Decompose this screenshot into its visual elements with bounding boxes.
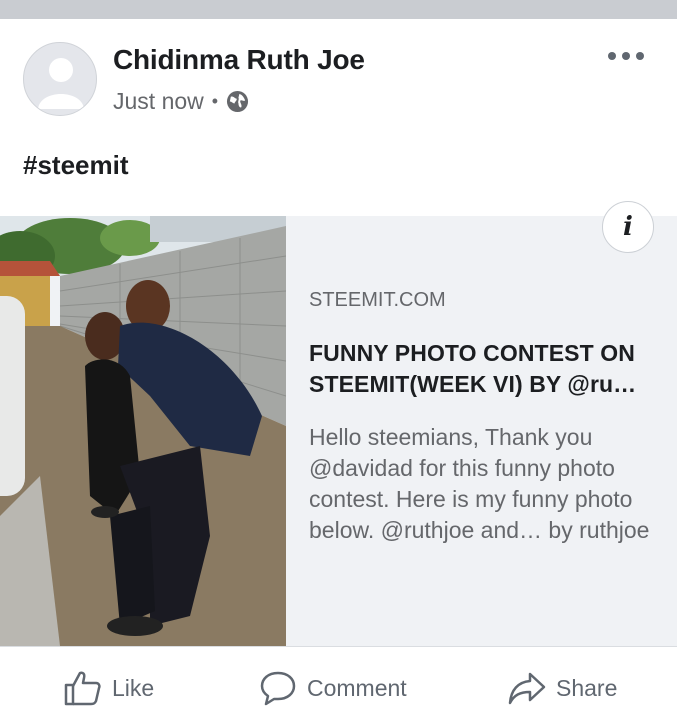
post-timestamp[interactable]: Just now — [113, 88, 204, 115]
post-text[interactable]: #steemit — [23, 150, 129, 181]
more-dot — [636, 52, 644, 60]
like-label: Like — [112, 674, 155, 701]
author-name[interactable]: Chidinma Ruth Joe — [113, 44, 365, 76]
comment-icon — [260, 671, 296, 706]
avatar-placeholder-icon — [38, 58, 84, 109]
avatar[interactable] — [23, 42, 97, 116]
link-domain: STEEMIT.COM — [309, 289, 446, 311]
link-preview-image[interactable] — [0, 216, 286, 646]
post-meta: Just now • — [113, 88, 249, 115]
status-bar-strip — [0, 0, 677, 19]
comment-label: Comment — [307, 674, 407, 701]
globe-icon[interactable] — [226, 90, 249, 113]
more-dot — [608, 52, 616, 60]
share-button[interactable]: Share — [508, 668, 617, 708]
info-icon[interactable]: i — [602, 201, 654, 253]
like-icon — [64, 671, 101, 706]
more-options-icon[interactable] — [608, 46, 644, 66]
share-icon — [508, 672, 546, 705]
more-dot — [622, 52, 630, 60]
divider — [0, 646, 677, 647]
like-button[interactable]: Like — [64, 668, 154, 708]
link-description: Hello steemians, Thank you @davidad for … — [309, 424, 650, 543]
comment-button[interactable]: Comment — [259, 668, 407, 708]
meta-separator: • — [211, 91, 219, 111]
share-label: Share — [556, 674, 618, 701]
link-title[interactable]: FUNNY PHOTO CONTEST ON STEEMIT(WEEK VI) … — [309, 338, 659, 400]
